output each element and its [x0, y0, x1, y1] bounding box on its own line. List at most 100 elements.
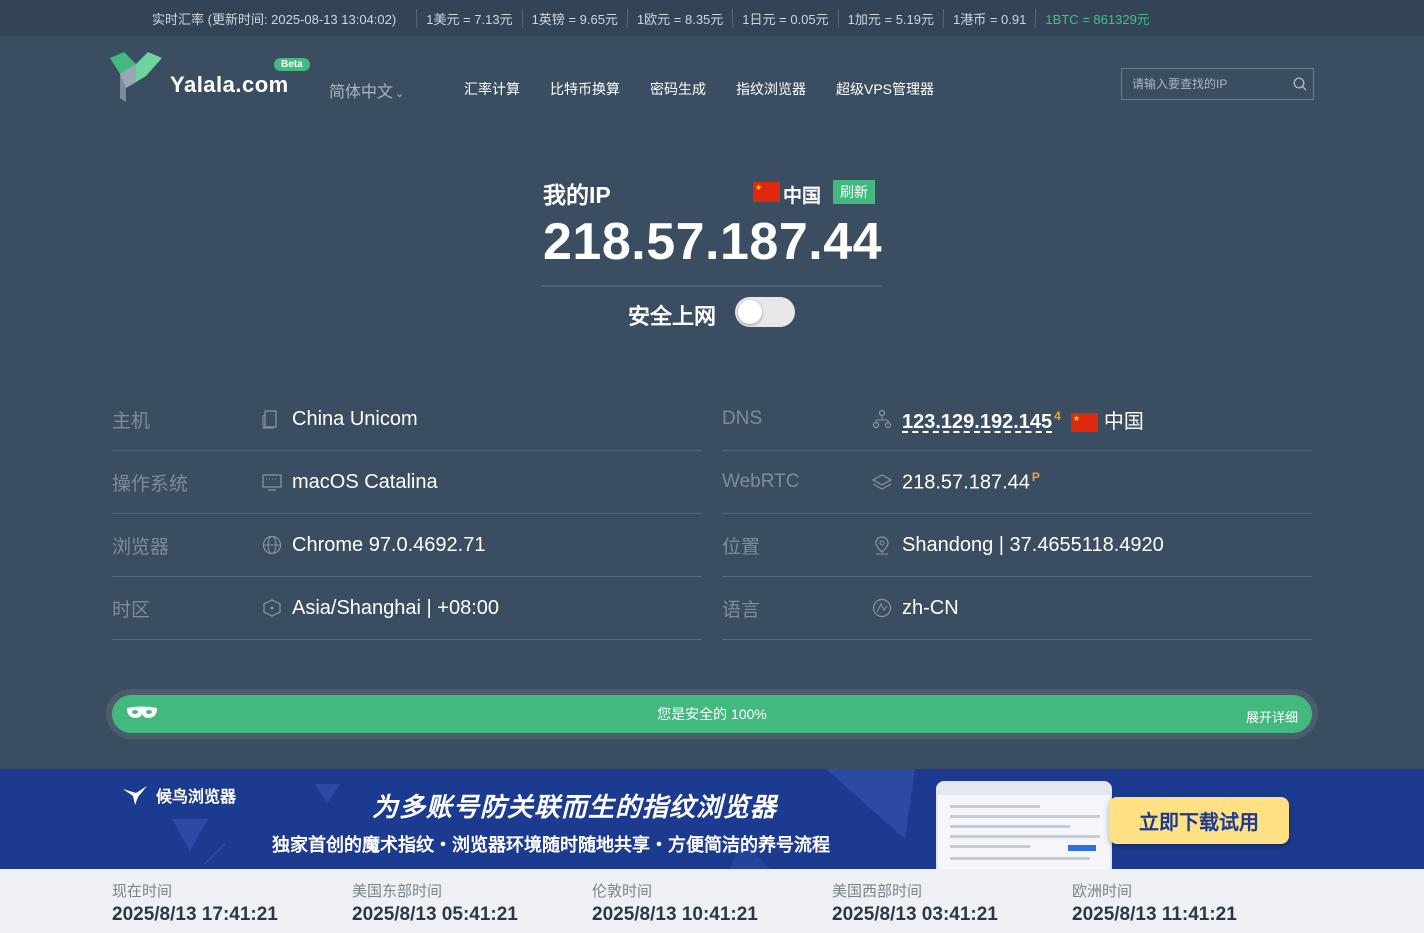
language-selector[interactable]: 简体中文 ⌄ [329, 78, 404, 102]
info-row-dns: DNS 123.129.192.145 4 ★ 中国 [722, 388, 1312, 451]
info-row-os: 操作系统 macOS Catalina [112, 451, 702, 514]
location-label: 位置 [722, 536, 761, 558]
info-left-column: 主机 China Unicom 操作系统 macOS Catalina 浏览器 … [112, 388, 702, 640]
pin-icon [872, 535, 902, 555]
nav-exchange-calc[interactable]: 汇率计算 [464, 79, 520, 99]
rate-btc: 1BTC = 861329元 [1035, 8, 1158, 28]
browser-value: Chrome 97.0.4692.71 [292, 533, 486, 556]
my-ip-address: 218.57.187.44 [543, 213, 883, 271]
timezone-value: Asia/Shanghai | +08:00 [292, 596, 500, 619]
nav-fingerprint-browser[interactable]: 指纹浏览器 [736, 79, 806, 99]
download-trial-button[interactable]: 立即下载试用 [1109, 797, 1289, 844]
server-icon [262, 409, 292, 429]
yalala-logo-icon[interactable] [110, 52, 162, 102]
exchange-rate-ticker: 实时汇率 (更新时间: 2025-08-13 13:04:02) 1美元 = 7… [0, 0, 1424, 36]
clock-value: 2025/8/13 17:41:21 [112, 904, 278, 925]
clock-local: 现在时间 2025/8/13 17:41:21 [112, 880, 278, 926]
china-flag-icon: ★ [753, 182, 780, 202]
language-row-label: 语言 [722, 599, 761, 621]
ip-country: 中国 [783, 186, 822, 207]
divider [541, 285, 882, 287]
info-right-column: DNS 123.129.192.145 4 ★ 中国 WebRTC 218.57.18… [722, 388, 1312, 640]
expand-details-link[interactable]: 展开详细 [1246, 707, 1298, 726]
world-clock-bar: 现在时间 2025/8/13 17:41:21 美国东部时间 2025/8/13… [0, 869, 1424, 933]
rate-cad: 1加元 = 5.19元 [837, 8, 943, 28]
toggle-knob [738, 300, 762, 324]
rate-jpy: 1日元 = 0.05元 [732, 8, 837, 28]
info-row-location: 位置 Shandong | 37.4655118.4920 [722, 514, 1312, 577]
globe-icon [262, 535, 292, 555]
clock-value: 2025/8/13 05:41:21 [352, 904, 518, 925]
clock-label: 美国东部时间 [352, 883, 443, 900]
webrtc-label: WebRTC [722, 471, 800, 492]
nav-bitcoin-convert[interactable]: 比特币换算 [550, 79, 620, 99]
hexagon-icon [262, 598, 292, 618]
dns-country: 中国 [1103, 410, 1144, 433]
language-value: zh-CN [902, 596, 959, 619]
location-value: Shandong | 37.4655118.4920 [902, 533, 1164, 556]
safe-browsing-toggle[interactable] [735, 297, 795, 327]
clock-london: 伦敦时间 2025/8/13 10:41:21 [592, 880, 758, 926]
site-header: Yalala.com Beta 简体中文 ⌄ 汇率计算 比特币换算 密码生成 指纹… [0, 36, 1424, 136]
os-value: macOS Catalina [292, 470, 438, 493]
clock-us-west: 美国西部时间 2025/8/13 03:41:21 [832, 880, 998, 926]
browser-screenshot-preview [936, 781, 1112, 869]
rate-hkd: 1港币 = 0.91 [943, 8, 1035, 28]
search-icon[interactable] [1287, 69, 1313, 99]
language-label: 简体中文 [329, 84, 394, 101]
network-icon [872, 409, 902, 429]
info-row-browser: 浏览器 Chrome 97.0.4692.71 [112, 514, 702, 577]
monitor-icon [262, 472, 292, 492]
webrtc-value: 218.57.187.44 [902, 471, 1030, 494]
rate-usd: 1美元 = 7.13元 [416, 8, 521, 28]
host-label: 主机 [112, 410, 151, 432]
banner-brand: 候鸟浏览器 [156, 789, 237, 806]
os-label: 操作系统 [112, 473, 189, 495]
bird-icon [123, 786, 147, 805]
refresh-button[interactable]: 刷新 [833, 180, 875, 204]
rate-gbp: 1英镑 = 9.65元 [521, 8, 627, 28]
safety-text: 您是安全的 100% [657, 706, 767, 722]
clock-us-east: 美国东部时间 2025/8/13 05:41:21 [352, 880, 518, 926]
info-row-language: 语言 zh-CN [722, 577, 1312, 640]
beta-badge: Beta [274, 58, 310, 71]
migratory-bird-logo: 候鸟浏览器 [122, 783, 236, 807]
nav-password-gen[interactable]: 密码生成 [650, 79, 706, 99]
ip-search [1121, 68, 1314, 100]
info-row-timezone: 时区 Asia/Shanghai | +08:00 [112, 577, 702, 640]
clock-value: 2025/8/13 03:41:21 [832, 904, 998, 925]
my-ip-label: 我的IP [543, 182, 611, 208]
dns-label: DNS [722, 408, 763, 429]
chevron-down-icon: ⌄ [395, 88, 405, 100]
clock-label: 现在时间 [112, 883, 173, 900]
dns-count-sup: 4 [1054, 408, 1061, 423]
clock-label: 伦敦时间 [592, 883, 653, 900]
dns-ip-link[interactable]: 123.129.192.145 [902, 411, 1052, 433]
banner-title: 为多账号防关联而生的指纹浏览器 [372, 792, 778, 822]
safety-progress-fill: 您是安全的 100% 展开详细 [112, 695, 1312, 733]
safe-browsing-label: 安全上网 [628, 304, 717, 329]
rate-eur: 1欧元 = 8.35元 [626, 8, 732, 28]
ip-search-input[interactable] [1122, 77, 1287, 91]
info-row-host: 主机 China Unicom [112, 388, 702, 451]
mask-icon [126, 705, 158, 724]
china-flag-icon: ★ [1070, 412, 1098, 432]
clock-label: 美国西部时间 [832, 883, 923, 900]
main-nav: 汇率计算 比特币换算 密码生成 指纹浏览器 超级VPS管理器 [464, 79, 934, 99]
safety-status-bar: 您是安全的 100% 展开详细 [106, 689, 1318, 739]
info-row-webrtc: WebRTC 218.57.187.44 P [722, 451, 1312, 514]
brand-name[interactable]: Yalala.com [170, 72, 289, 98]
nav-vps-manager[interactable]: 超级VPS管理器 [836, 79, 934, 99]
clock-europe: 欧洲时间 2025/8/13 11:41:21 [1072, 880, 1237, 926]
layers-icon [872, 472, 902, 492]
banner-subtitle: 独家首创的魔术指纹・浏览器环境随时随地共享・方便简洁的养号流程 [272, 835, 830, 855]
host-value: China Unicom [292, 407, 418, 430]
webrtc-sup: P [1031, 469, 1040, 484]
clock-label: 欧洲时间 [1072, 883, 1133, 900]
clock-value: 2025/8/13 11:41:21 [1072, 904, 1237, 925]
language-icon [872, 598, 902, 618]
clock-value: 2025/8/13 10:41:21 [592, 904, 758, 925]
timezone-label: 时区 [112, 599, 151, 621]
browser-label: 浏览器 [112, 536, 170, 558]
ad-banner[interactable]: 候鸟浏览器 为多账号防关联而生的指纹浏览器 独家首创的魔术指纹・浏览器环境随时随… [0, 769, 1424, 869]
